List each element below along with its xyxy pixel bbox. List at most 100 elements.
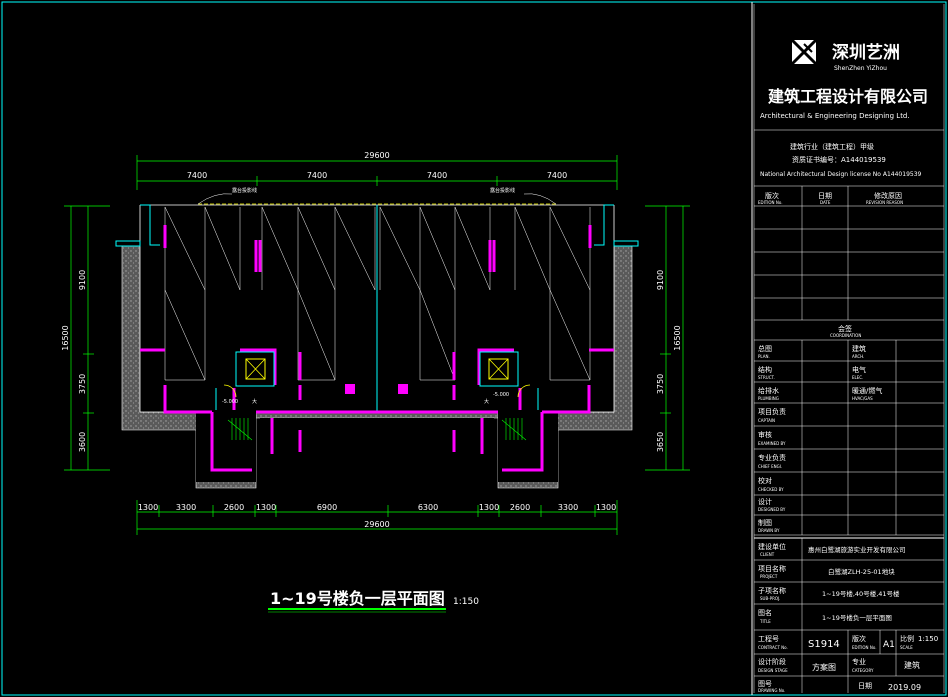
dim-bottom-seg: 6900 [317,503,337,512]
title-value: 1~19号楼负一层平面图 [822,613,892,622]
sign-row-label-en: HVAC/GAS [852,396,873,401]
title-label-en: TITLE [759,619,771,624]
sign-row-label-en: PLAN. [758,354,770,359]
dim-bottom-seg: 3300 [176,503,196,512]
staff-row-label-en: DRAWN BY [758,528,780,533]
coordination-label-en: COORDINATION [830,333,861,338]
rev-header-date-en: DATE [820,200,831,205]
stage-label: 设计阶段 [758,657,786,666]
drawing-no-label-en: DRAWING No. [758,688,785,693]
sign-row-label: 给排水 [758,386,779,395]
company-name-en: ShenZhen YiZhou [834,65,887,72]
staff-row-label-en: DESIGNED BY [758,507,786,512]
dim-bottom-seg: 1300 [256,503,276,512]
staff-row-label: 专业负责 [758,453,786,462]
category-value: 建筑 [904,660,920,670]
category-label-en: CATEGORY [852,668,874,673]
edition-label: 版次 [852,634,866,643]
stair-label-left: 大 [252,398,257,405]
balcony-label-left: 露台投影线 [232,187,257,194]
dim-top-seg: 7400 [547,171,567,180]
dim-top-total: 29600 [364,151,389,160]
project-value: 白鹭湖ZLH-25-01地块 [828,567,895,576]
dim-right: 3650 [656,432,665,452]
firm-name-cn: 建筑工程设计有限公司 [768,87,928,106]
coordination-label: 会签 [838,324,852,333]
contract-label: 工程号 [758,634,779,643]
dim-bottom-seg: 1300 [138,503,158,512]
contract-value: S1914 [808,639,840,650]
firm-name-en: Architectural & Engineering Designing Lt… [760,112,910,120]
title-block: 深圳艺洲 ShenZhen YiZhou 建筑工程设计有限公司 Architec… [751,2,945,695]
rev-header-reason: 修改原因 [874,191,902,200]
project-label: 项目名称 [758,564,786,573]
dim-left: 3750 [78,374,87,394]
company-name-cn: 深圳艺洲 [832,42,900,63]
date-value: 2019.09 [888,683,921,692]
rev-header-reason-en: REVISION REASON [866,200,903,205]
stage-label-en: DESIGN STAGE [758,668,788,673]
sign-row-label-en: STRUCT. [758,375,775,380]
elevation-label-left: -5.000 [222,399,238,405]
scale-label-en: SCALE [900,645,913,650]
dim-bottom-total: 29600 [364,520,389,529]
dim-top-seg: 7400 [187,171,207,180]
cad-drawing-canvas[interactable]: -5.000 -5.000 大 大 露台投影线 露台投影线 29600 7400… [0,0,948,697]
staff-row-label-en: CHIEF ENGI. [758,464,782,469]
dim-bottom-seg: 6300 [418,503,438,512]
stair-label-right: 大 [484,398,489,405]
staff-row-label: 校对 [758,476,772,485]
company-logo-icon [790,38,818,66]
staff-row-label: 制图 [758,518,772,527]
dim-left: 9100 [78,270,87,290]
sign-row-label: 电气 [852,365,866,374]
edition-label-en: EDITION No. [852,645,876,650]
column-left [345,384,355,394]
rev-header-date: 日期 [818,192,832,200]
dim-bottom-seg: 3300 [558,503,578,512]
sign-row-label-en: ARCH. [852,354,864,359]
rev-header-edition: 版次 [765,191,779,200]
sign-row-label: 结构 [758,365,772,374]
dim-left: 3600 [78,432,87,452]
elevation-label-right: -5.000 [493,392,509,398]
dim-bottom-seg: 1300 [596,503,616,512]
dim-bottom-seg: 2600 [510,503,530,512]
subproject-label-en: SUB-PROJ. [760,596,780,601]
staff-row-label: 项目负责 [758,407,786,416]
title-label: 图名 [758,608,772,617]
sign-row-label: 建筑 [852,344,866,353]
column-right [398,384,408,394]
dim-left-total: 16500 [61,325,70,350]
date-label: 日期 [858,682,872,690]
client-label-en: CLIENT [760,552,775,557]
license-line-1: 建筑行业（建筑工程）甲级 [790,142,874,151]
client-value: 惠州白鹭湖旅游实业开发有限公司 [808,545,906,554]
dim-top-seg: 7400 [307,171,327,180]
license-line-2: 资质证书编号：A144019539 [792,155,886,164]
dim-right: 3750 [656,374,665,394]
client-label: 建设单位 [758,542,786,551]
dim-right-total: 16500 [673,325,682,350]
dim-top-seg: 7400 [427,171,447,180]
sign-row-label-en: PLUMBING [758,396,779,401]
license-line-3: National Architectural Design license No… [760,171,922,178]
drawing-scale: 1:150 [453,597,479,607]
sign-row-label-en: ELEC. [852,375,863,380]
dim-right: 9100 [656,270,665,290]
subproject-label: 子项名称 [758,586,786,595]
drawing-title: 1~19号楼负一层平面图 [270,589,445,608]
scale-value: 1:150 [918,635,938,643]
rev-header-edition-en: EDITION No. [758,200,782,205]
sign-row-label: 总图 [758,344,772,353]
staff-row-label: 审核 [758,430,772,439]
staff-row-label-en: CHECKED BY [758,487,784,492]
floor-plan: -5.000 -5.000 大 大 露台投影线 露台投影线 [115,187,639,489]
dim-bottom-seg: 1300 [479,503,499,512]
sign-row-label: 暖通/燃气 [852,386,882,395]
drawing-no-label: 图号 [758,680,772,688]
staff-row-label-en: CAPTAIN [758,418,775,423]
edition-value: A1 [883,640,895,650]
category-label: 专业 [852,657,866,666]
scale-label: 比例 [900,634,914,643]
